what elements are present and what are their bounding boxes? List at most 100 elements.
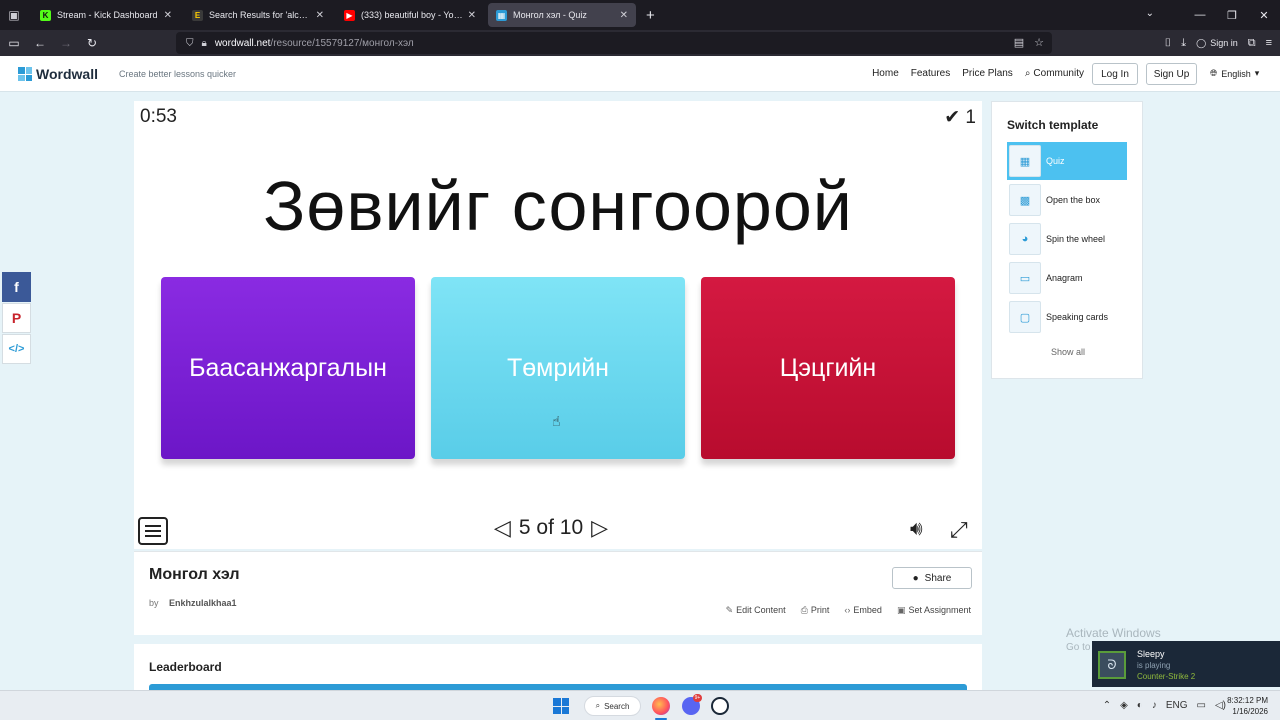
- system-tray: ⌃ ◈ ◐ ♪ ENG ▭ ◁): [1103, 700, 1226, 711]
- bookmark-star-icon[interactable]: ☆: [1034, 36, 1044, 49]
- youtube-icon: ▶: [344, 9, 355, 21]
- anagram-thumbnail-icon: ▭: [1009, 262, 1041, 294]
- extensions-icon[interactable]: ⧉: [1248, 37, 1256, 50]
- embed-link[interactable]: ‹› Embed: [844, 605, 882, 616]
- taskbar-clock[interactable]: 8:32:12 PM 1/16/2026: [1227, 695, 1268, 717]
- language-indicator[interactable]: ENG: [1166, 700, 1188, 711]
- leaderboard-panel: Leaderboard: [134, 644, 982, 690]
- wordwall-logo[interactable]: Wordwall: [18, 66, 98, 82]
- browser-tab-youtube[interactable]: ▶ (333) beautiful boy - YouTube ✕: [336, 3, 484, 27]
- set-assignment-link[interactable]: ▣ Set Assignment: [897, 605, 971, 616]
- answer-button-2[interactable]: Төмрийн: [431, 277, 685, 459]
- template-anagram[interactable]: ▭ Anagram: [1007, 259, 1127, 297]
- minimize-icon[interactable]: —: [1184, 9, 1216, 21]
- firefox-icon[interactable]: [652, 697, 670, 715]
- checkmark-icon: ✔: [944, 107, 961, 128]
- wordwall-icon: ▦: [496, 9, 507, 21]
- printer-icon: ⎙: [800, 605, 808, 615]
- print-link[interactable]: ⎙ Print: [801, 605, 830, 616]
- chevron-down-icon[interactable]: ⌄: [1146, 8, 1154, 19]
- answer-button-3[interactable]: Цэцгийн: [701, 277, 955, 459]
- browser-tab-wordwall[interactable]: ▦ Монгол хэл - Quiz ✕: [488, 3, 636, 27]
- sign-in-button[interactable]: ◯ Sign in: [1196, 38, 1238, 49]
- menu-icon[interactable]: ≡: [1266, 37, 1272, 49]
- chevron-up-icon[interactable]: ⌃: [1103, 700, 1111, 711]
- show-all-link[interactable]: Show all: [992, 347, 1144, 357]
- defender-icon[interactable]: ◈: [1120, 700, 1128, 711]
- page-indicator: 5 of 10: [518, 516, 584, 539]
- answer-button-1[interactable]: Баасанжаргалын: [161, 277, 415, 459]
- pencil-icon: ✎: [725, 605, 734, 615]
- game-menu-button[interactable]: [138, 517, 168, 545]
- volume-icon[interactable]: ◁): [1215, 700, 1226, 711]
- template-open-the-box[interactable]: ▩ Open the box: [1007, 181, 1127, 219]
- search-icon: ⌕: [1024, 68, 1031, 79]
- back-icon[interactable]: ←: [28, 36, 52, 50]
- close-tab-icon[interactable]: ✕: [620, 10, 628, 21]
- download-icon[interactable]: ⤓: [1181, 37, 1186, 50]
- author-link[interactable]: Enkhzulalkhaa1: [169, 598, 237, 608]
- sidebar-toggle-icon[interactable]: ▭: [2, 36, 26, 50]
- edit-content-link[interactable]: ✎ Edit Content: [726, 605, 786, 616]
- hand-cursor-icon: ☝: [552, 413, 561, 429]
- quiz-game-panel: 0:53 ✔ 1 Зөвийг сонгоорой Баасанжаргалын…: [134, 101, 982, 549]
- share-rail: f P </>: [2, 272, 31, 365]
- tagline: Create better lessons quicker: [119, 69, 237, 79]
- site-header: Wordwall Create better lessons quicker H…: [0, 56, 1280, 92]
- page-navigator: ◁ 5 of 10 ▷: [494, 515, 608, 541]
- restore-icon[interactable]: ❐: [1216, 9, 1248, 22]
- score: ✔ 1: [944, 107, 976, 128]
- browser-tab-kick[interactable]: K Stream - Kick Dashboard ✕: [32, 3, 180, 27]
- template-spin-the-wheel[interactable]: ◕ Spin the wheel: [1007, 220, 1127, 258]
- friend-name: Sleepy: [1137, 649, 1165, 659]
- timer: 0:53: [140, 106, 177, 127]
- facebook-icon[interactable]: f: [2, 272, 31, 302]
- browser-tab-search[interactable]: E Search Results for 'alcohol' - Ti ✕: [184, 3, 332, 27]
- quiz-thumbnail-icon: ▦: [1009, 145, 1041, 177]
- close-window-icon[interactable]: ✕: [1248, 9, 1280, 22]
- steam-notification[interactable]: ᘐ Sleepy is playing Counter-Strike 2: [1092, 641, 1280, 687]
- close-tab-icon[interactable]: ✕: [468, 10, 476, 21]
- kick-icon: K: [40, 9, 51, 21]
- nav-community[interactable]: ⌕ Community: [1025, 68, 1084, 79]
- microphone-icon[interactable]: ♪: [1152, 700, 1157, 711]
- steam-icon[interactable]: [711, 697, 729, 715]
- pinterest-icon[interactable]: P: [2, 303, 31, 333]
- fullscreen-icon[interactable]: ⤢: [950, 517, 968, 543]
- template-quiz[interactable]: ▦ Quiz: [1007, 142, 1127, 180]
- reader-view-icon[interactable]: ▤: [1014, 36, 1024, 49]
- nav-features[interactable]: Features: [911, 68, 950, 79]
- next-icon[interactable]: ▷: [591, 515, 608, 541]
- nav-price-plans[interactable]: Price Plans: [962, 68, 1013, 79]
- embed-code-icon[interactable]: </>: [2, 334, 31, 364]
- shield-icon: ⛉: [186, 37, 194, 49]
- globe-icon: ●: [912, 572, 919, 584]
- close-tab-icon[interactable]: ✕: [164, 10, 172, 21]
- nav-home[interactable]: Home: [872, 68, 899, 79]
- new-tab-icon[interactable]: +: [646, 7, 655, 24]
- open-box-thumbnail-icon: ▩: [1009, 184, 1041, 216]
- share-button[interactable]: ● Share: [892, 567, 972, 589]
- globe-icon: 🌐︎: [1210, 68, 1218, 78]
- previous-icon[interactable]: ◁: [494, 515, 511, 541]
- taskbar-search[interactable]: ⌕ Search: [584, 696, 641, 716]
- url-bar[interactable]: ⛉ 🔒︎ wordwall.net /resource/15579127/мон…: [176, 32, 1052, 54]
- close-tab-icon[interactable]: ✕: [316, 10, 324, 21]
- signup-button[interactable]: Sign Up: [1146, 63, 1197, 85]
- tab-list-icon[interactable]: ▣: [0, 0, 28, 30]
- sound-icon[interactable]: 🔊︎: [910, 518, 923, 541]
- top-nav: Home Features Price Plans ⌕ Community: [872, 68, 1084, 79]
- login-button[interactable]: Log In: [1092, 63, 1138, 85]
- reload-icon[interactable]: ↻: [80, 36, 104, 50]
- screenshot-icon[interactable]: ⌷: [1165, 37, 1172, 50]
- switch-template-title: Switch template: [1007, 118, 1099, 132]
- friend-game: Counter-Strike 2: [1137, 672, 1196, 681]
- template-speaking-cards[interactable]: ▢ Speaking cards: [1007, 298, 1127, 336]
- assignment-icon: ▣: [896, 605, 906, 615]
- activity-title: Монгол хэл: [149, 566, 240, 583]
- forward-icon[interactable]: →: [54, 36, 78, 50]
- steam-tray-icon[interactable]: ◐: [1137, 700, 1143, 711]
- language-selector[interactable]: 🌐︎ English ▾: [1210, 68, 1259, 79]
- network-icon[interactable]: ▭: [1197, 700, 1206, 711]
- windows-start-icon[interactable]: [553, 698, 569, 714]
